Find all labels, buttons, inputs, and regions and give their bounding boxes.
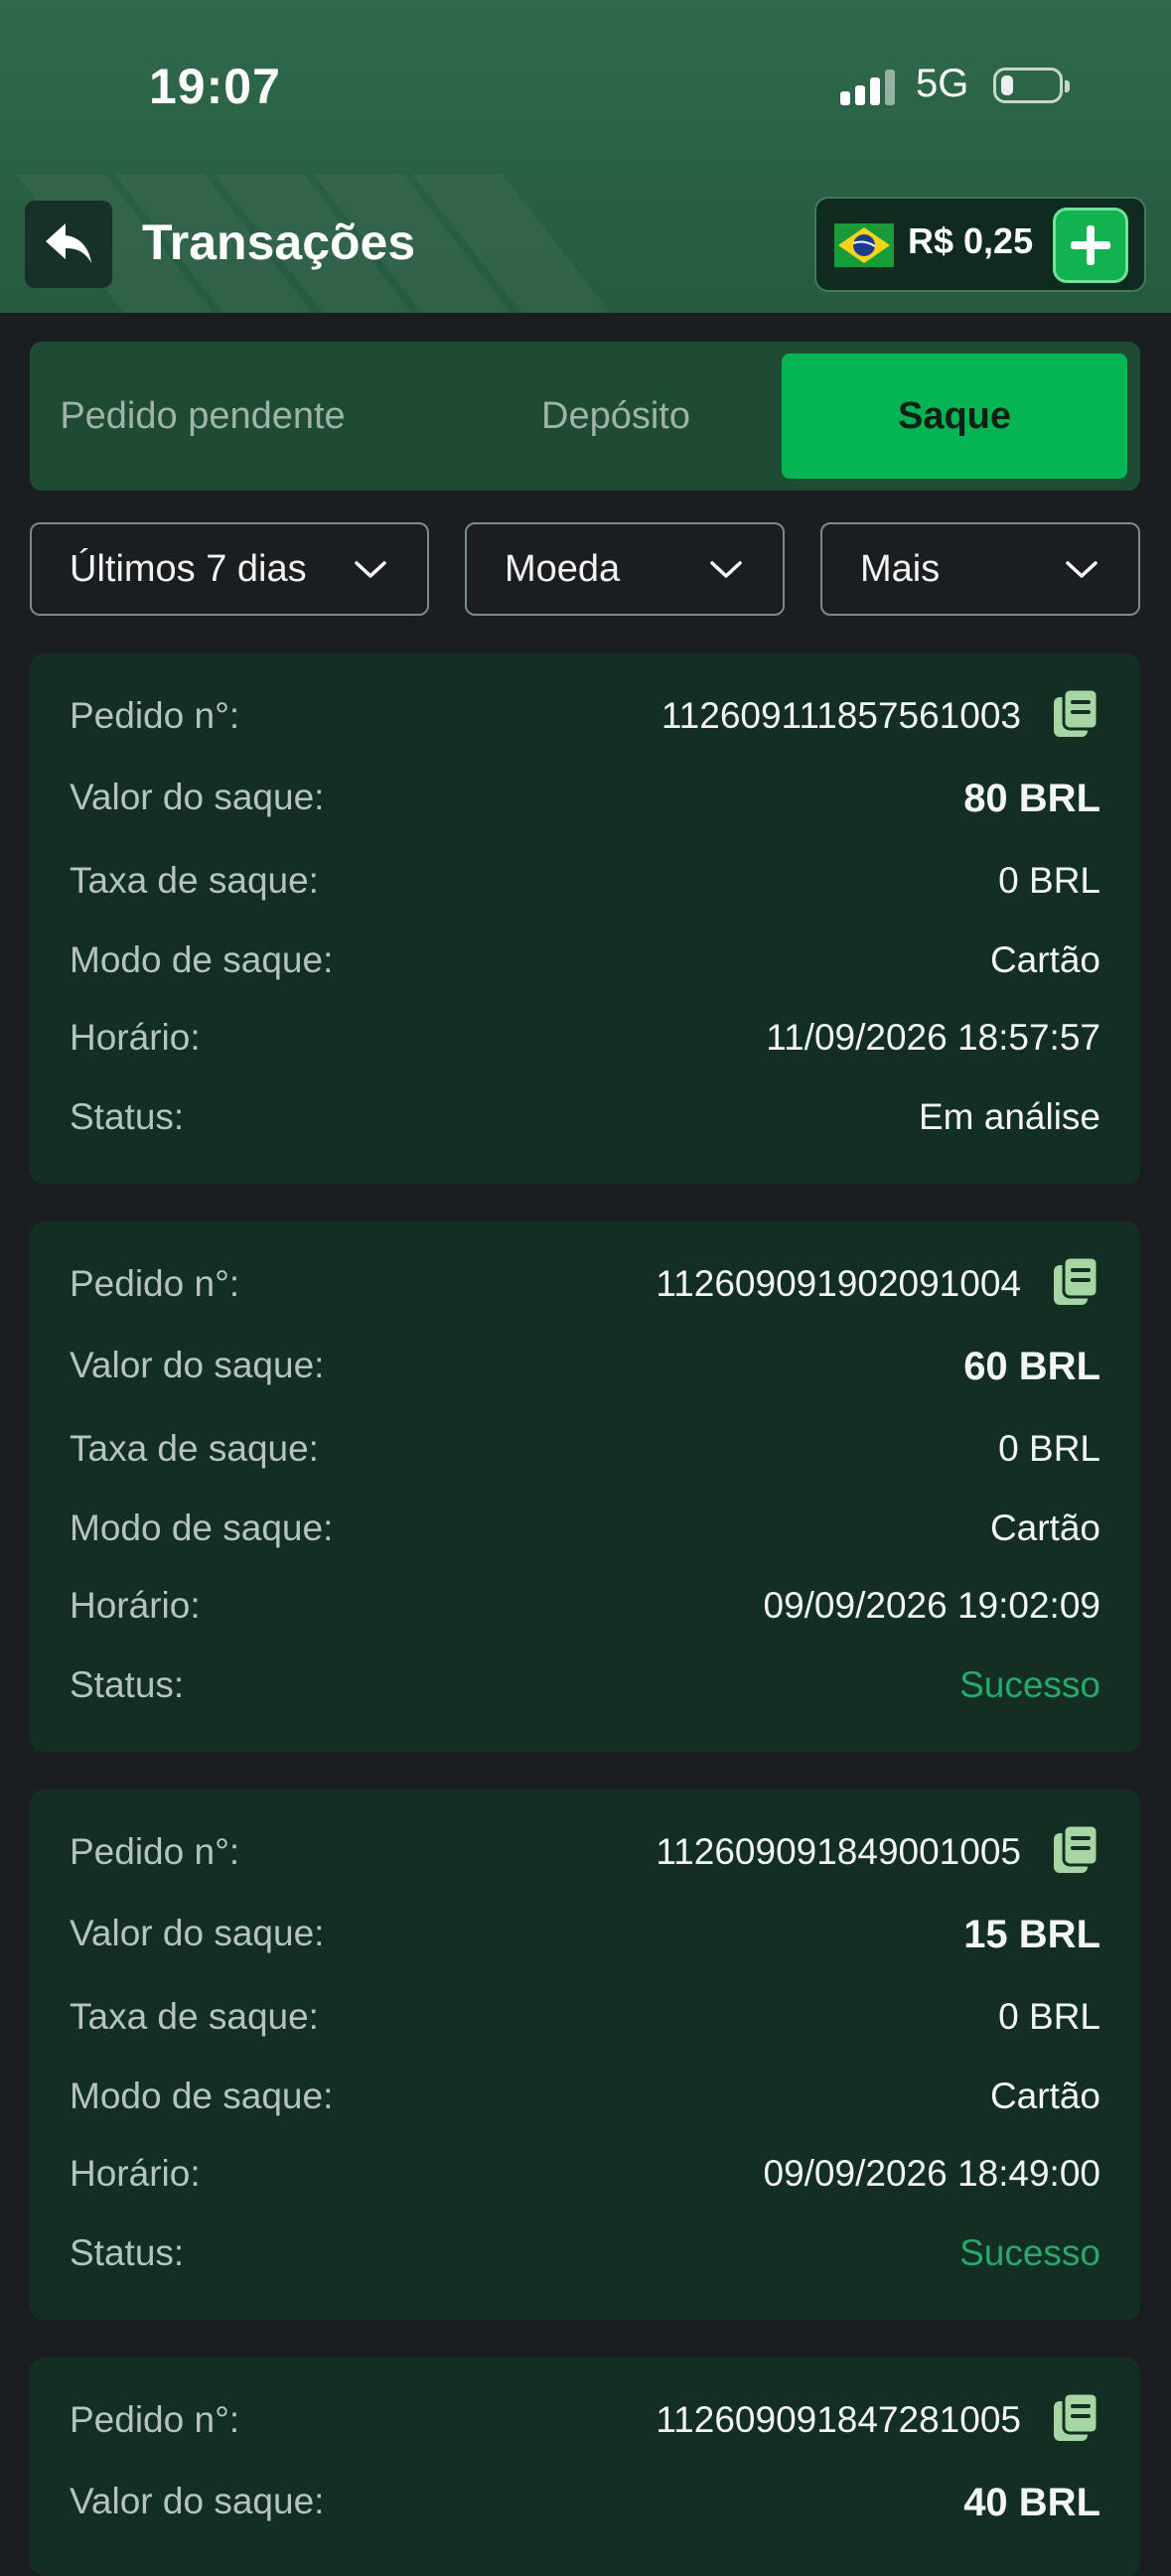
currency-filter-label: Moeda <box>505 547 621 590</box>
status-label: Status: <box>70 1096 185 1137</box>
mode-label: Modo de saque: <box>70 939 334 980</box>
period-filter[interactable]: Últimos 7 dias <box>30 522 429 616</box>
transaction-tabs: Pedido pendente Depósito Saque <box>30 342 1140 491</box>
more-filter[interactable]: Mais <box>820 522 1140 616</box>
balance-amount: R$ 0,25 <box>908 220 1034 261</box>
mode-label: Modo de saque: <box>70 2075 334 2116</box>
withdrawal-fee: 0 BRL <box>998 860 1100 901</box>
withdrawal-amount: 40 BRL <box>963 2481 1100 2524</box>
chevron-down-icon <box>710 561 742 578</box>
transaction-status: Em análise <box>918 1096 1100 1137</box>
fee-label: Taxa de saque: <box>70 1428 319 1469</box>
chevron-down-icon <box>355 561 386 578</box>
status-time: 19:07 <box>149 59 281 114</box>
transaction-card: Pedido n°: 112609091847281005 Valor do sa… <box>30 2358 1140 2576</box>
amount-label: Valor do saque: <box>70 2481 325 2521</box>
currency-filter[interactable]: Moeda <box>465 522 785 616</box>
order-number: 112609091902091004 <box>656 1263 1021 1304</box>
order-label: Pedido n°: <box>70 1831 240 1872</box>
amount-label: Valor do saque: <box>70 777 325 817</box>
order-label: Pedido n°: <box>70 1263 240 1304</box>
copy-icon[interactable] <box>1051 1823 1100 1877</box>
amount-label: Valor do saque: <box>70 1913 325 1953</box>
tab-pending-order[interactable]: Pedido pendente <box>34 354 371 479</box>
network-label: 5G <box>916 62 969 105</box>
time-label: Horário: <box>70 1585 201 1626</box>
transaction-time: 09/09/2026 18:49:00 <box>763 2153 1101 2194</box>
copy-icon[interactable] <box>1051 1255 1100 1309</box>
transaction-card: Pedido n°: 112609111857561003 Valor do sa… <box>30 653 1140 1184</box>
page-title: Transações <box>142 215 416 270</box>
transaction-time: 09/09/2026 19:02:09 <box>763 1585 1101 1626</box>
tab-deposit[interactable]: Depósito <box>417 354 814 479</box>
plus-icon <box>1071 225 1110 265</box>
tab-withdrawal[interactable]: Saque <box>782 354 1127 479</box>
brazil-flag-icon <box>834 223 894 267</box>
header-bar: 19:07 5G Transações R$ 0,25 <box>0 0 1171 313</box>
transaction-card: Pedido n°: 112609091849001005 Valor do sa… <box>30 1789 1140 2320</box>
chevron-down-icon <box>1066 561 1098 578</box>
order-label: Pedido n°: <box>70 2399 240 2440</box>
time-label: Horário: <box>70 1017 201 1058</box>
balance-widget[interactable]: R$ 0,25 <box>814 197 1146 292</box>
amount-label: Valor do saque: <box>70 1345 325 1385</box>
order-number: 112609111857561003 <box>660 695 1021 736</box>
withdrawal-mode: Cartão <box>989 2075 1100 2116</box>
status-label: Status: <box>70 1664 185 1705</box>
order-label: Pedido n°: <box>70 695 240 736</box>
withdrawal-fee: 0 BRL <box>998 1996 1100 2037</box>
transaction-status: Sucesso <box>959 1664 1100 1705</box>
back-button[interactable] <box>25 201 112 288</box>
transaction-card: Pedido n°: 112609091902091004 Valor do sa… <box>30 1221 1140 1752</box>
time-label: Horário: <box>70 2153 201 2194</box>
back-arrow-icon <box>46 223 91 263</box>
deposit-plus-button[interactable] <box>1053 208 1128 283</box>
battery-icon <box>993 68 1070 103</box>
copy-icon[interactable] <box>1051 687 1100 741</box>
status-label: Status: <box>70 2232 185 2273</box>
withdrawal-amount: 15 BRL <box>963 1913 1100 1956</box>
withdrawal-amount: 60 BRL <box>963 1345 1100 1388</box>
more-filter-label: Mais <box>860 547 941 590</box>
transaction-status: Sucesso <box>959 2232 1100 2273</box>
fee-label: Taxa de saque: <box>70 860 319 901</box>
mode-label: Modo de saque: <box>70 1507 334 1548</box>
signal-icon <box>840 68 900 105</box>
withdrawal-fee: 0 BRL <box>998 1428 1100 1469</box>
withdrawal-amount: 80 BRL <box>963 777 1100 820</box>
order-number: 112609091847281005 <box>656 2399 1021 2440</box>
transaction-time: 11/09/2026 18:57:57 <box>766 1017 1100 1058</box>
period-filter-label: Últimos 7 dias <box>70 547 307 590</box>
order-number: 112609091849001005 <box>656 1831 1021 1872</box>
copy-icon[interactable] <box>1051 2391 1100 2445</box>
fee-label: Taxa de saque: <box>70 1996 319 2037</box>
withdrawal-mode: Cartão <box>989 1507 1100 1548</box>
withdrawal-mode: Cartão <box>989 939 1100 980</box>
